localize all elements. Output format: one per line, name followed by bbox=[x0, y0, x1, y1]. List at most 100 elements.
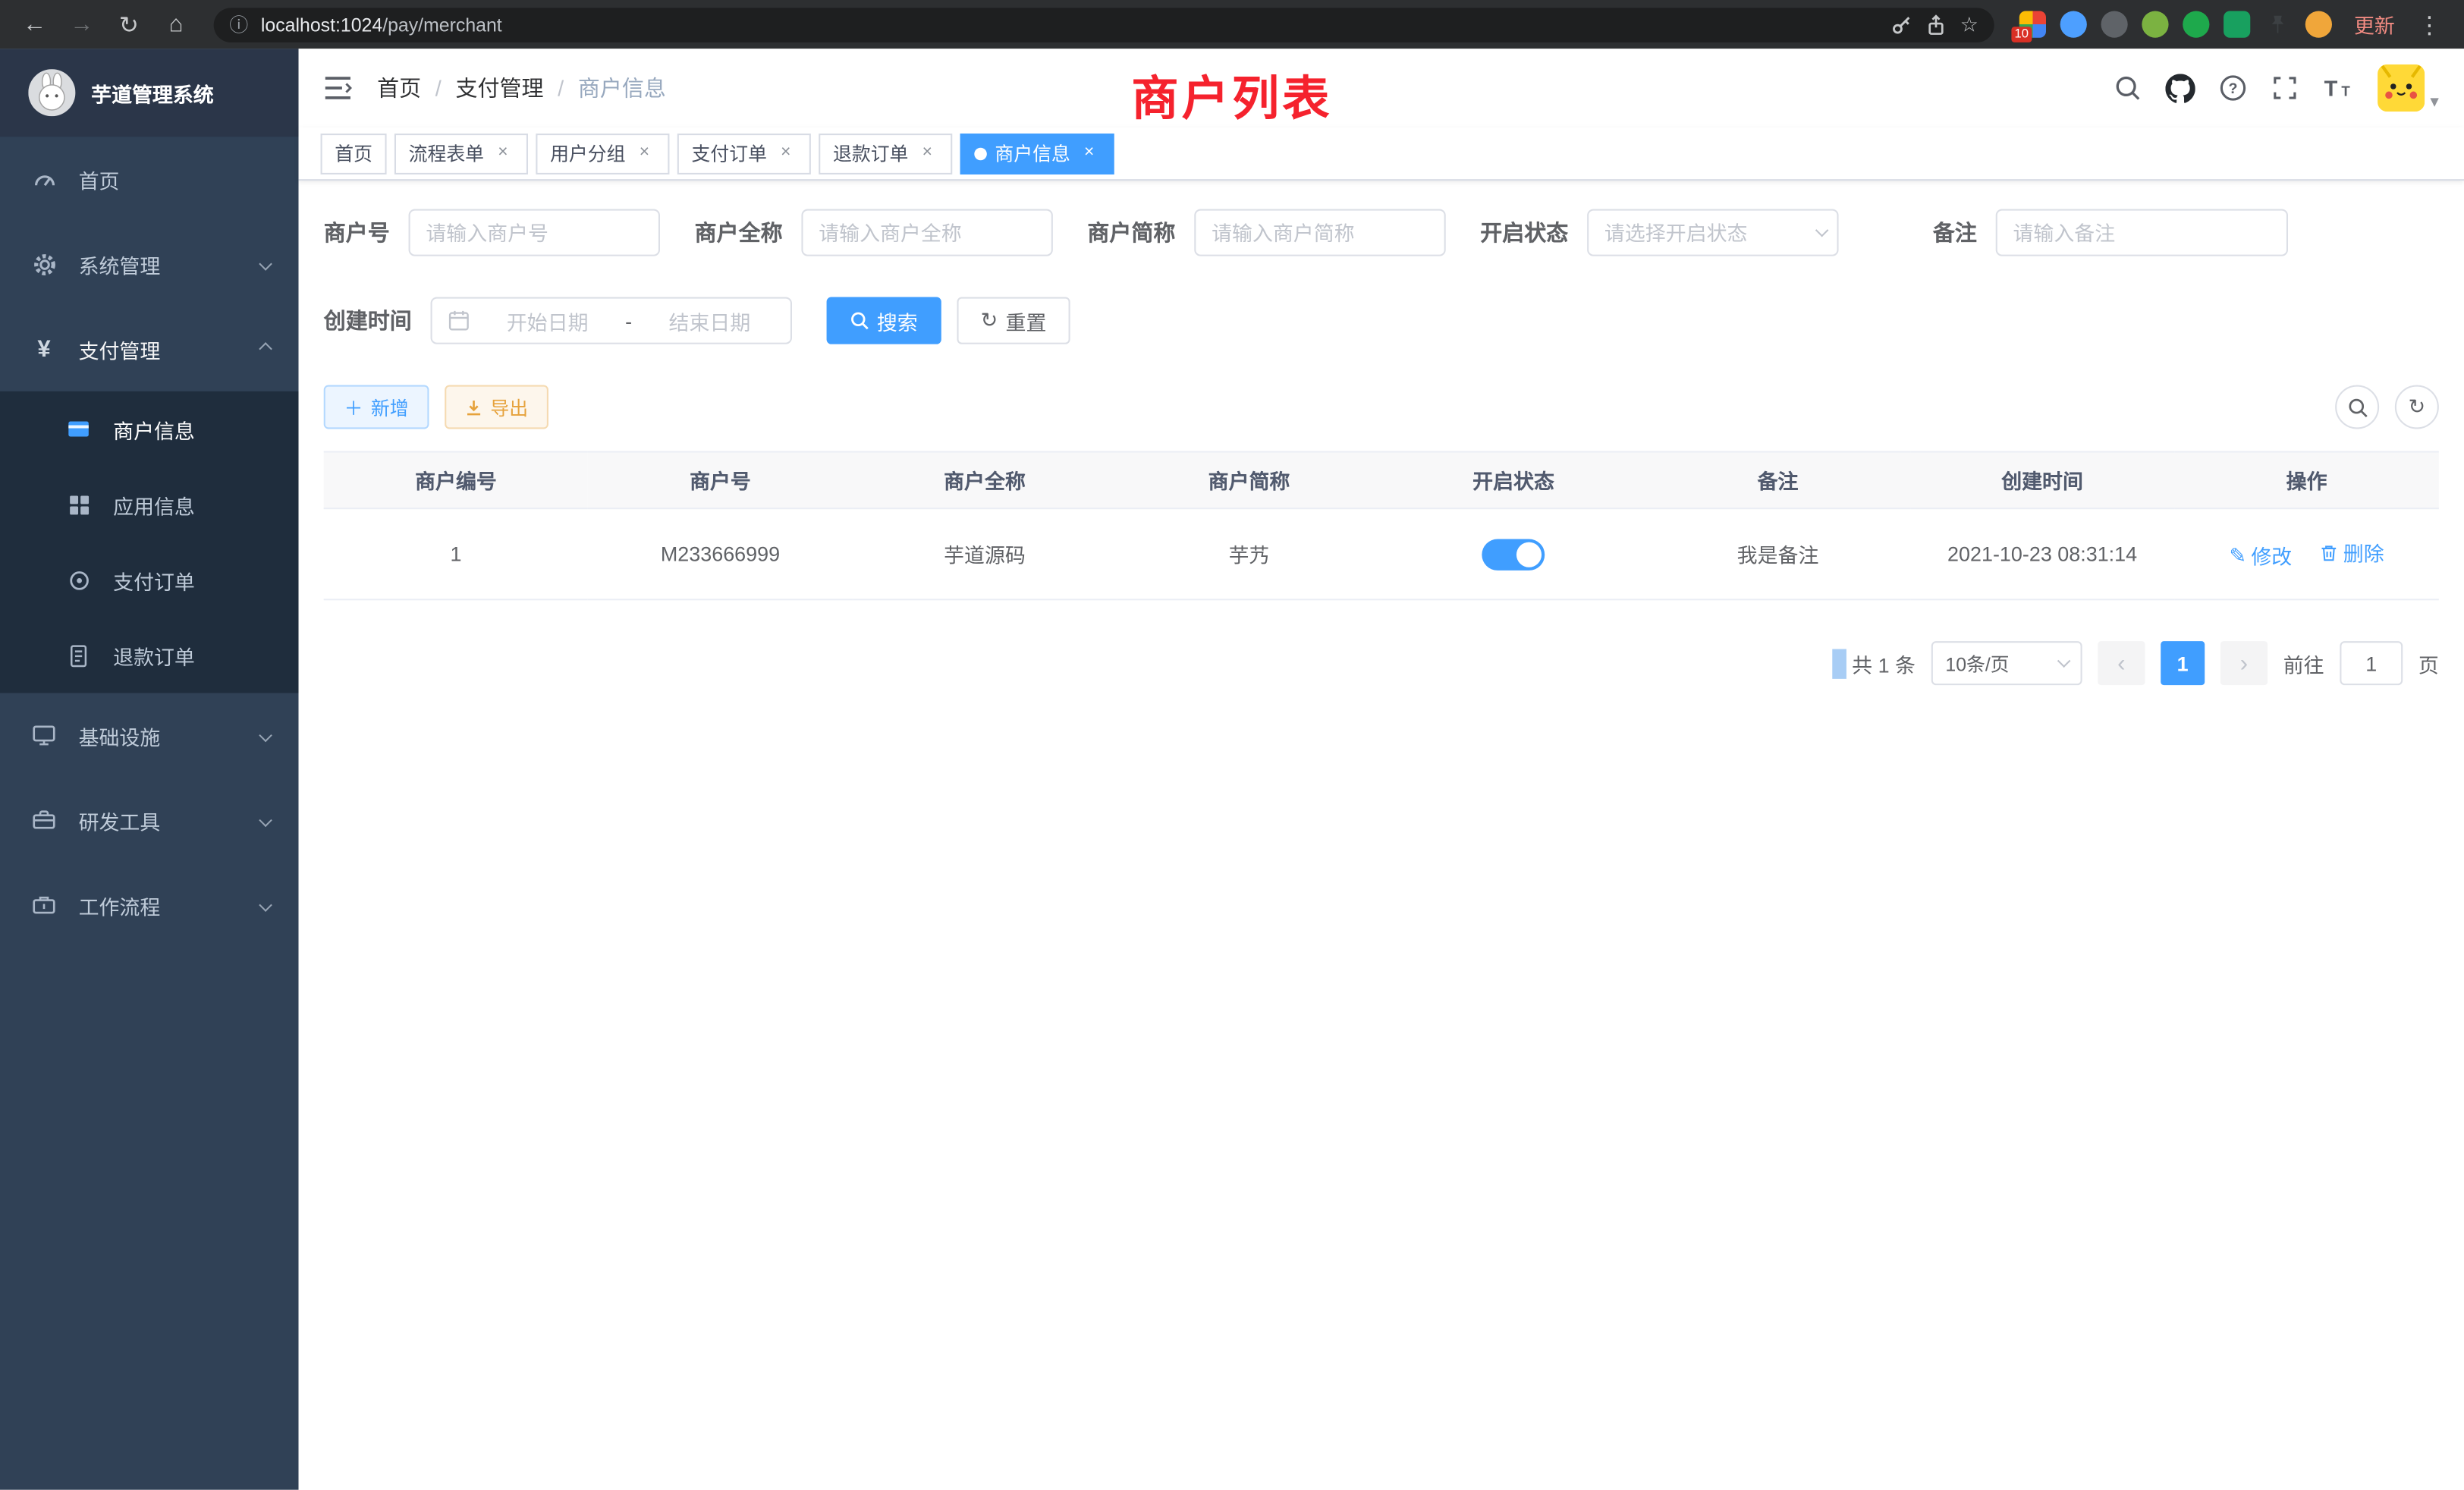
breadcrumb-payment[interactable]: 支付管理 bbox=[455, 72, 543, 103]
extension-icon-note[interactable] bbox=[2224, 11, 2250, 38]
total-count-text: 共 1 条 bbox=[1852, 648, 1916, 677]
profile-avatar-icon[interactable] bbox=[2305, 11, 2332, 38]
sidebar-item-infrastructure[interactable]: 基础设施 bbox=[0, 693, 299, 778]
extension-icon-evernote[interactable] bbox=[2183, 11, 2209, 38]
pagination: 共 1 条 10条/页 ‹ 1 › 前往 页 bbox=[324, 641, 2439, 685]
chevron-down-icon bbox=[259, 257, 272, 271]
tab-pay-order[interactable]: 支付订单 × bbox=[677, 133, 811, 174]
tab-refund-order[interactable]: 退款订单 × bbox=[819, 133, 952, 174]
menu-label: 商户信息 bbox=[113, 414, 195, 444]
toggle-search-button[interactable] bbox=[2335, 385, 2379, 429]
help-question-icon[interactable]: ? bbox=[2220, 74, 2248, 102]
app-logo[interactable]: 芋道管理系统 bbox=[0, 49, 299, 137]
sidebar-item-payment[interactable]: ¥ 支付管理 bbox=[0, 306, 299, 391]
browser-menu-icon[interactable]: ⋮ bbox=[2407, 2, 2451, 46]
browser-update-button[interactable]: 更新 bbox=[2354, 9, 2395, 39]
sidebar-item-system[interactable]: 系统管理 bbox=[0, 222, 299, 306]
close-icon[interactable]: × bbox=[775, 142, 797, 164]
home-icon[interactable]: ⌂ bbox=[154, 2, 198, 46]
close-icon[interactable]: × bbox=[633, 142, 655, 164]
search-icon bbox=[850, 311, 869, 330]
merchant-full-name-label: 商户全称 bbox=[695, 217, 783, 248]
prev-page-button[interactable]: ‹ bbox=[2098, 641, 2145, 685]
sidebar: 芋道管理系统 首页 系统管理 ¥ 支付管 bbox=[0, 49, 299, 1490]
refresh-icon: ↻ bbox=[2409, 395, 2426, 420]
cell-full-name: 芋道源码 bbox=[853, 508, 1117, 599]
extension-icon-dark[interactable] bbox=[2101, 11, 2127, 38]
fullscreen-icon[interactable] bbox=[2271, 74, 2299, 102]
user-menu[interactable]: ▾ bbox=[2378, 64, 2439, 112]
reload-icon[interactable]: ↻ bbox=[107, 2, 151, 46]
close-icon[interactable]: × bbox=[492, 142, 514, 164]
tab-merchant-info[interactable]: 商户信息 × bbox=[960, 133, 1114, 174]
sidebar-item-workflow[interactable]: 工作流程 bbox=[0, 863, 299, 948]
filter-row-2: 创建时间 开始日期 - 结束日期 bbox=[324, 297, 2439, 344]
font-size-icon[interactable]: TT bbox=[2324, 74, 2355, 102]
forward-icon[interactable]: → bbox=[60, 2, 104, 46]
close-icon[interactable]: × bbox=[1078, 142, 1100, 164]
top-navbar: 首页 / 支付管理 / 商户信息 ? bbox=[299, 49, 2464, 127]
tab-label: 用户分组 bbox=[550, 140, 625, 166]
export-button[interactable]: 导出 bbox=[445, 385, 548, 429]
header-search-icon[interactable] bbox=[2114, 74, 2142, 102]
chevron-down-icon bbox=[259, 898, 272, 912]
user-avatar[interactable] bbox=[2378, 64, 2425, 112]
merchant-no-label: 商户号 bbox=[324, 217, 390, 248]
merchant-full-name-input[interactable] bbox=[801, 209, 1052, 256]
share-icon[interactable] bbox=[1925, 14, 1947, 36]
delete-link[interactable]: 删除 bbox=[2320, 537, 2384, 567]
edit-link[interactable]: ✎ 修改 bbox=[2230, 541, 2293, 571]
column-header: 商户全称 bbox=[853, 452, 1117, 509]
address-bar[interactable]: ⓘ localhost:1024/pay/merchant ☆ bbox=[214, 7, 1994, 42]
sidebar-item-refund-order[interactable]: 退款订单 bbox=[0, 618, 299, 693]
url-text[interactable]: localhost:1024/pay/merchant bbox=[261, 14, 1878, 36]
extension-icon-avatar-green[interactable] bbox=[2142, 11, 2168, 38]
breadcrumb-separator: / bbox=[435, 75, 442, 100]
page-size-select[interactable]: 10条/页 bbox=[1931, 641, 2082, 685]
github-icon[interactable] bbox=[2166, 73, 2195, 102]
create-time-range-picker[interactable]: 开始日期 - 结束日期 bbox=[431, 297, 792, 344]
calendar-icon bbox=[448, 310, 470, 332]
column-header: 创建时间 bbox=[1910, 452, 2175, 509]
extensions-puzzle-icon[interactable]: 10 bbox=[2019, 11, 2046, 38]
page-number-1[interactable]: 1 bbox=[2161, 641, 2205, 685]
status-toggle[interactable] bbox=[1482, 538, 1545, 569]
tab-home[interactable]: 首页 bbox=[321, 133, 387, 174]
status-select-input[interactable] bbox=[1587, 209, 1838, 256]
reset-button-label: 重置 bbox=[1006, 306, 1047, 335]
sidebar-item-home[interactable]: 首页 bbox=[0, 137, 299, 222]
tab-user-group[interactable]: 用户分组 × bbox=[536, 133, 669, 174]
extension-icon-blue[interactable] bbox=[2060, 11, 2087, 38]
breadcrumb-home[interactable]: 首页 bbox=[377, 72, 421, 103]
sidebar-item-dev-tools[interactable]: 研发工具 bbox=[0, 778, 299, 863]
bookmark-star-icon[interactable]: ☆ bbox=[1960, 12, 1978, 37]
merchant-short-name-input[interactable] bbox=[1194, 209, 1445, 256]
pinned-extension-pin-icon[interactable] bbox=[2264, 11, 2291, 38]
gear-icon bbox=[28, 250, 59, 277]
site-info-icon[interactable]: ⓘ bbox=[229, 11, 248, 38]
search-button[interactable]: 搜索 bbox=[827, 297, 941, 344]
hamburger-icon[interactable] bbox=[324, 75, 352, 100]
dashboard-icon bbox=[28, 166, 59, 193]
status-select[interactable] bbox=[1587, 209, 1838, 256]
download-icon bbox=[465, 398, 482, 416]
sidebar-item-merchant-info[interactable]: 商户信息 bbox=[0, 391, 299, 467]
export-button-label: 导出 bbox=[490, 394, 528, 420]
next-page-button[interactable]: › bbox=[2220, 641, 2268, 685]
refresh-table-button[interactable]: ↻ bbox=[2395, 385, 2439, 429]
tab-process-form[interactable]: 流程表单 × bbox=[394, 133, 528, 174]
back-icon[interactable]: ← bbox=[13, 2, 57, 46]
add-button[interactable]: ＋ 新增 bbox=[324, 385, 429, 429]
breadcrumb-current: 商户信息 bbox=[578, 72, 666, 103]
reset-button[interactable]: ↻ 重置 bbox=[957, 297, 1070, 344]
goto-page-input[interactable] bbox=[2340, 641, 2403, 685]
remark-input[interactable] bbox=[1996, 209, 2288, 256]
search-button-label: 搜索 bbox=[877, 306, 918, 335]
password-key-icon[interactable] bbox=[1891, 14, 1913, 36]
close-icon[interactable]: × bbox=[916, 142, 938, 164]
merchant-no-input[interactable] bbox=[409, 209, 660, 256]
cell-short-name: 芋艿 bbox=[1117, 508, 1381, 599]
sidebar-item-pay-order[interactable]: 支付订单 bbox=[0, 542, 299, 618]
chevron-down-icon bbox=[259, 729, 272, 743]
sidebar-item-app-info[interactable]: 应用信息 bbox=[0, 467, 299, 542]
